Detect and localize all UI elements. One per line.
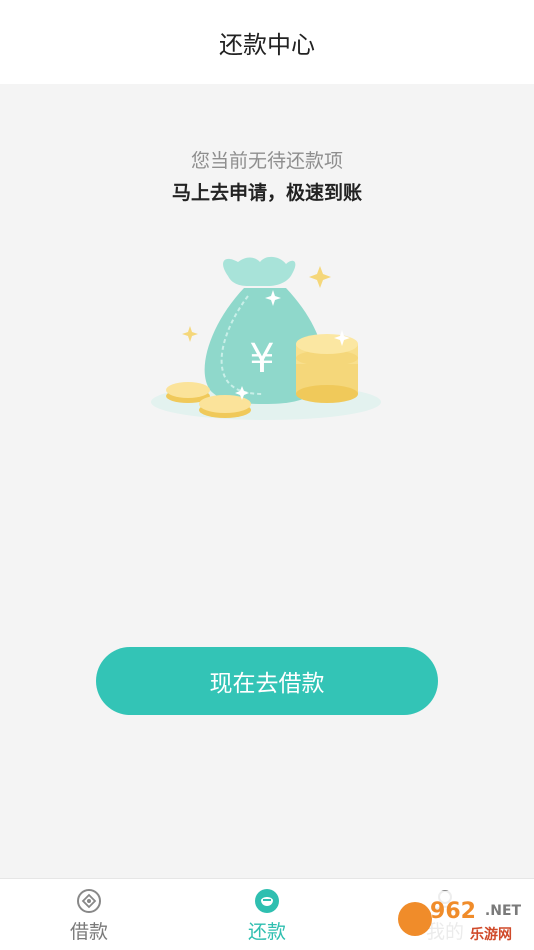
repay-icon	[255, 889, 279, 913]
money-bag-coins-icon: ¥	[151, 256, 381, 420]
empty-state-title: 您当前无待还款项	[190, 150, 343, 172]
watermark-suffix: .NET	[485, 903, 522, 919]
site-watermark: 962 .NET 乐游网	[395, 891, 531, 947]
tab-repay-label: 还款	[247, 921, 286, 943]
tab-loan[interactable]: 借款	[0, 879, 178, 950]
page-title: 还款中心	[219, 30, 315, 59]
page-header: 还款中心	[0, 0, 534, 84]
watermark-caption: 乐游网	[470, 926, 512, 943]
empty-state-subtitle: 马上去申请，极速到账	[171, 182, 362, 204]
watermark-brand: 962	[430, 899, 476, 924]
tab-repay[interactable]: 还款	[178, 879, 356, 950]
currency-symbol: ¥	[249, 336, 274, 382]
tab-loan-label: 借款	[69, 921, 108, 943]
loan-icon	[77, 889, 101, 913]
main-content: 您当前无待还款项 马上去申请，极速到账 ¥ 现在去借款	[0, 84, 534, 878]
borrow-now-button[interactable]: 现在去借款	[96, 647, 438, 715]
